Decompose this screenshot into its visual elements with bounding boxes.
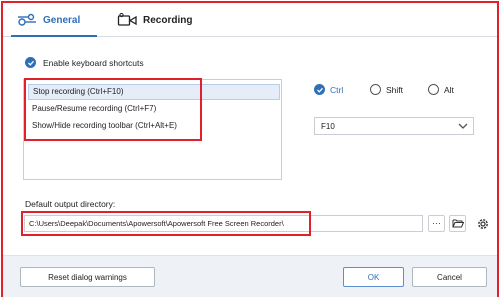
sliders-icon bbox=[17, 13, 37, 27]
highlight-annotation bbox=[24, 78, 202, 141]
tab-general-label: General bbox=[43, 14, 81, 26]
browse-button[interactable]: ··· bbox=[428, 215, 445, 232]
video-camera-icon bbox=[117, 13, 137, 27]
chevron-down-icon bbox=[458, 122, 468, 132]
more-dots-icon: ··· bbox=[432, 218, 441, 228]
checkmark-icon bbox=[25, 57, 36, 68]
radio-alt-label: Alt bbox=[444, 84, 454, 95]
enable-shortcuts-label: Enable keyboard shortcuts bbox=[43, 57, 144, 68]
active-tab-indicator bbox=[11, 35, 97, 37]
radio-shift-label: Shift bbox=[386, 84, 404, 95]
key-dropdown[interactable]: F10 bbox=[314, 117, 474, 135]
radio-unchecked-icon bbox=[428, 84, 439, 95]
output-directory-label: Default output directory: bbox=[25, 199, 116, 209]
reset-warnings-button[interactable]: Reset dialog warnings bbox=[20, 267, 155, 287]
radio-ctrl-label: Ctrl bbox=[330, 84, 344, 95]
settings-dialog: General Recording Enable keyboard shortc… bbox=[1, 1, 499, 297]
tab-recording-label: Recording bbox=[143, 14, 193, 26]
radio-checked-icon bbox=[314, 84, 325, 95]
dialog-footer: Reset dialog warnings OK Cancel bbox=[3, 255, 497, 297]
folder-open-icon bbox=[452, 218, 464, 230]
cancel-button[interactable]: Cancel bbox=[412, 267, 487, 287]
open-folder-button[interactable] bbox=[449, 215, 466, 232]
tab-recording[interactable]: Recording bbox=[117, 3, 192, 37]
ok-button[interactable]: OK bbox=[343, 267, 404, 287]
radio-shift[interactable]: Shift bbox=[370, 84, 403, 95]
key-dropdown-value: F10 bbox=[321, 121, 335, 131]
radio-alt[interactable]: Alt bbox=[428, 84, 454, 95]
tab-bar: General Recording bbox=[3, 3, 497, 37]
gear-icon[interactable] bbox=[475, 216, 491, 232]
radio-ctrl[interactable]: Ctrl bbox=[314, 84, 343, 95]
tab-general[interactable]: General bbox=[17, 3, 80, 37]
highlight-annotation bbox=[21, 211, 311, 236]
enable-shortcuts-checkbox[interactable]: Enable keyboard shortcuts bbox=[25, 57, 144, 68]
radio-unchecked-icon bbox=[370, 84, 381, 95]
